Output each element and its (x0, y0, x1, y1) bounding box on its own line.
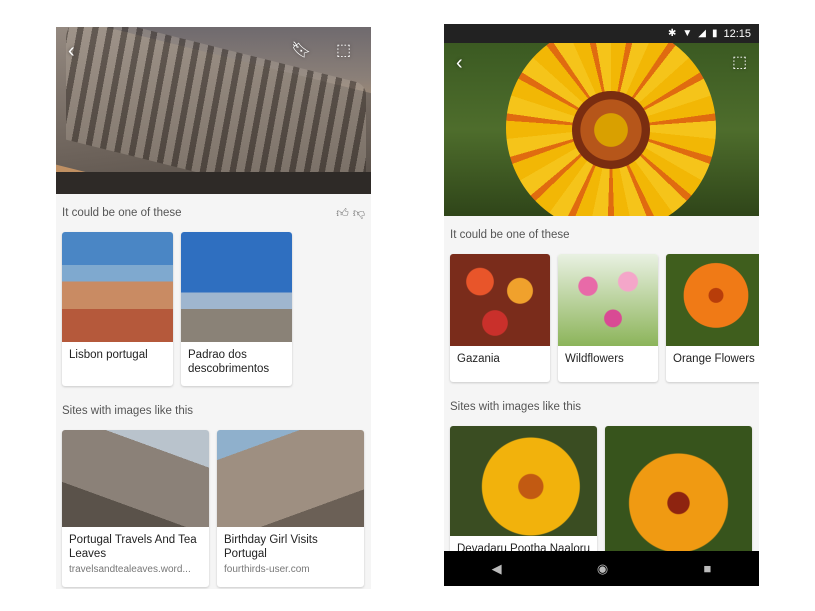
sites-header: Sites with images like this (56, 392, 371, 430)
signal-icon: ◢ (698, 28, 706, 39)
site-cards: Portugal Travels And Tea Leaves travelsa… (56, 430, 371, 587)
padrao-thumbnail (181, 232, 292, 342)
site-cards: Devadaru Pootha Naaloru (444, 426, 759, 566)
wildflowers-thumbnail (558, 254, 658, 346)
status-bar: ✱ ▼ ◢ ▮ 12:15 (444, 24, 759, 43)
site-thumbnail (450, 426, 597, 536)
nav-home-icon[interactable]: ◉ (597, 561, 608, 577)
site-title: Birthday Girl Visits Portugal (224, 534, 318, 560)
thumbs-up-icon[interactable]: 👍︎ (336, 206, 349, 221)
site-thumbnail (605, 426, 752, 566)
visual-search-icon[interactable]: ⬚ (732, 53, 747, 73)
left-screen: ‹ 🔖︎ ⬚ It could be one of these 👍︎ 👎︎ Li… (56, 27, 371, 589)
right-screen: ✱ ▼ ◢ ▮ 12:15 ‹ ⬚ It could be one of the… (444, 24, 759, 586)
suggestion-label: Gazania (457, 353, 500, 365)
suggestion-card-lisbon[interactable]: Lisbon portugal (62, 232, 173, 386)
status-time: 12:15 (723, 27, 751, 40)
suggestions-heading: It could be one of these (62, 207, 182, 219)
sites-heading: Sites with images like this (450, 401, 582, 413)
android-nav-bar: ◀ ◉ ■ (444, 551, 759, 586)
sites-header: Sites with images like this (444, 388, 759, 426)
nav-back-icon[interactable]: ◀ (492, 561, 502, 577)
site-card[interactable]: Portugal Travels And Tea Leaves travelsa… (62, 430, 209, 587)
sites-heading: Sites with images like this (62, 405, 194, 417)
site-card[interactable] (605, 426, 752, 566)
suggestion-card-gazania[interactable]: Gazania (450, 254, 550, 382)
site-title: Portugal Travels And Tea Leaves (69, 534, 197, 560)
suggestions-heading: It could be one of these (450, 229, 570, 241)
site-domain: travelsandtealeaves.word... (69, 564, 191, 575)
site-domain: fourthirds-user.com (224, 564, 310, 575)
back-icon[interactable]: ‹ (456, 53, 463, 73)
site-caption: Portugal Travels And Tea Leaves travelsa… (62, 527, 209, 587)
suggestion-cards: Gazania Wildflowers Orange Flowers (444, 254, 759, 382)
gazania-thumbnail (450, 254, 550, 346)
suggestion-label: Orange Flowers (673, 353, 755, 365)
back-icon[interactable]: ‹ (68, 41, 75, 61)
bluetooth-icon: ✱ (667, 28, 677, 39)
site-thumbnail (217, 430, 364, 527)
nav-recents-icon[interactable]: ■ (704, 561, 712, 576)
site-caption: Birthday Girl Visits Portugal fourthirds… (217, 527, 364, 587)
monument-photo: ‹ 🔖︎ ⬚ (56, 27, 371, 194)
lisbon-thumbnail (62, 232, 173, 342)
suggestion-label: Wildflowers (565, 353, 624, 365)
bookmark-icon[interactable]: 🔖︎ (291, 41, 311, 61)
suggestions-header: It could be one of these (444, 216, 759, 254)
site-thumbnail (62, 430, 209, 527)
suggestion-cards: Lisbon portugal Padrao dos descobrimento… (56, 232, 371, 386)
monument-ground (56, 172, 371, 194)
suggestion-label: Padrao dos descobrimentos (188, 349, 270, 375)
orange-flowers-thumbnail (666, 254, 759, 346)
feedback-buttons: 👍︎ 👎︎ (336, 206, 365, 221)
flower-photo: ‹ ⬚ (444, 43, 759, 216)
thumbs-down-icon[interactable]: 👎︎ (353, 206, 365, 221)
wifi-icon: ▼ (682, 28, 693, 39)
suggestion-card-wildflowers[interactable]: Wildflowers (558, 254, 658, 382)
site-card[interactable]: Birthday Girl Visits Portugal fourthirds… (217, 430, 364, 587)
suggestions-header: It could be one of these 👍︎ 👎︎ (56, 194, 371, 232)
battery-icon: ▮ (711, 28, 718, 39)
visual-search-icon[interactable]: ⬚ (336, 41, 351, 61)
suggestion-card-orange-flowers[interactable]: Orange Flowers (666, 254, 759, 382)
suggestion-label: Lisbon portugal (69, 349, 148, 361)
site-card[interactable]: Devadaru Pootha Naaloru (450, 426, 597, 566)
flower-center (572, 91, 650, 169)
suggestion-card-padrao[interactable]: Padrao dos descobrimentos (181, 232, 292, 386)
